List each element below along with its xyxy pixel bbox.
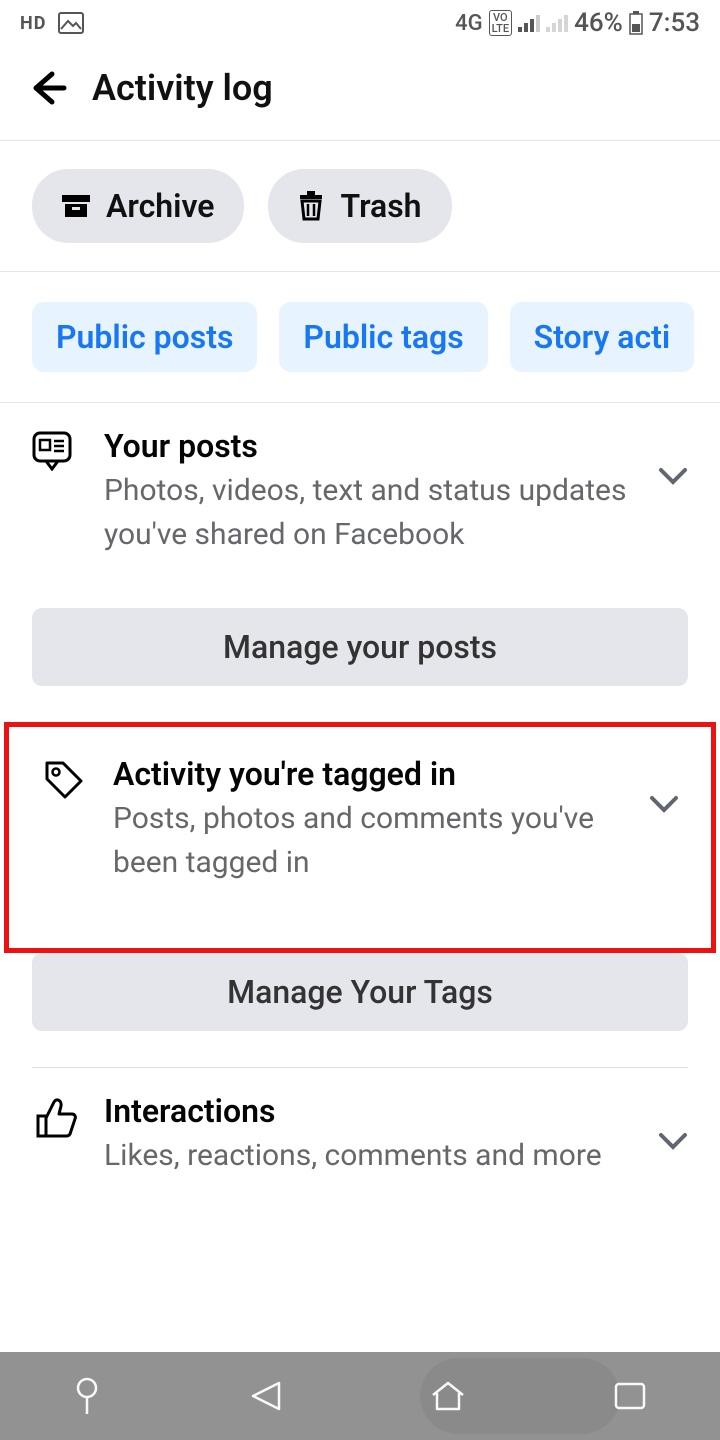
tab-public-tags[interactable]: Public tags (279, 302, 487, 372)
hd-indicator: HD (20, 13, 46, 34)
image-icon (58, 12, 84, 34)
highlighted-section: Activity you're tagged in Posts, photos … (4, 722, 716, 953)
tab-public-posts[interactable]: Public posts (32, 302, 257, 372)
thumbs-up-icon (32, 1096, 80, 1140)
page-header: Activity log (0, 46, 720, 140)
nav-voice-icon[interactable] (73, 1376, 101, 1416)
nav-back-icon[interactable] (247, 1379, 283, 1413)
tagged-title: Activity you're tagged in (113, 755, 625, 793)
page-title: Activity log (92, 67, 273, 109)
tab-story-activity[interactable]: Story acti (510, 302, 695, 372)
interactions-desc: Likes, reactions, comments and more (104, 1134, 634, 1178)
battery-icon (629, 11, 643, 35)
archive-label: Archive (106, 187, 214, 225)
newspaper-icon (32, 431, 80, 471)
archive-button[interactable]: Archive (32, 169, 244, 243)
trash-icon (298, 191, 324, 221)
nav-recent-icon[interactable] (613, 1381, 647, 1411)
battery-percent: 46% (574, 8, 623, 38)
android-nav-bar (0, 1352, 720, 1440)
network-type: 4G (455, 11, 483, 36)
volte-icon: VOLTE (489, 10, 513, 36)
section-tagged[interactable]: Activity you're tagged in Posts, photos … (9, 727, 711, 908)
trash-button[interactable]: Trash (268, 169, 451, 243)
chevron-down-icon (649, 795, 679, 813)
section-your-posts[interactable]: Your posts Photos, videos, text and stat… (0, 403, 720, 580)
action-pills: Archive Trash (0, 141, 720, 271)
signal-icon-2 (546, 14, 568, 32)
trash-label: Trash (340, 187, 421, 225)
back-icon[interactable] (24, 66, 68, 110)
status-bar: HD 4G VOLTE 46% 7:53 (0, 0, 720, 46)
price-tag-icon (41, 759, 89, 803)
tagged-desc: Posts, photos and comments you've been t… (113, 797, 625, 884)
signal-icon (518, 14, 540, 32)
filter-tabs: Public posts Public tags Story acti (0, 272, 720, 402)
nav-home-icon[interactable] (429, 1379, 467, 1413)
archive-icon (62, 193, 90, 219)
your-posts-desc: Photos, videos, text and status updates … (104, 469, 634, 556)
manage-tags-button[interactable]: Manage Your Tags (32, 953, 688, 1031)
section-interactions[interactable]: Interactions Likes, reactions, comments … (0, 1068, 720, 1202)
interactions-title: Interactions (104, 1092, 634, 1130)
chevron-down-icon (658, 1132, 688, 1150)
chevron-down-icon (658, 467, 688, 485)
manage-posts-button[interactable]: Manage your posts (32, 608, 688, 686)
your-posts-title: Your posts (104, 427, 634, 465)
clock: 7:53 (649, 8, 700, 38)
